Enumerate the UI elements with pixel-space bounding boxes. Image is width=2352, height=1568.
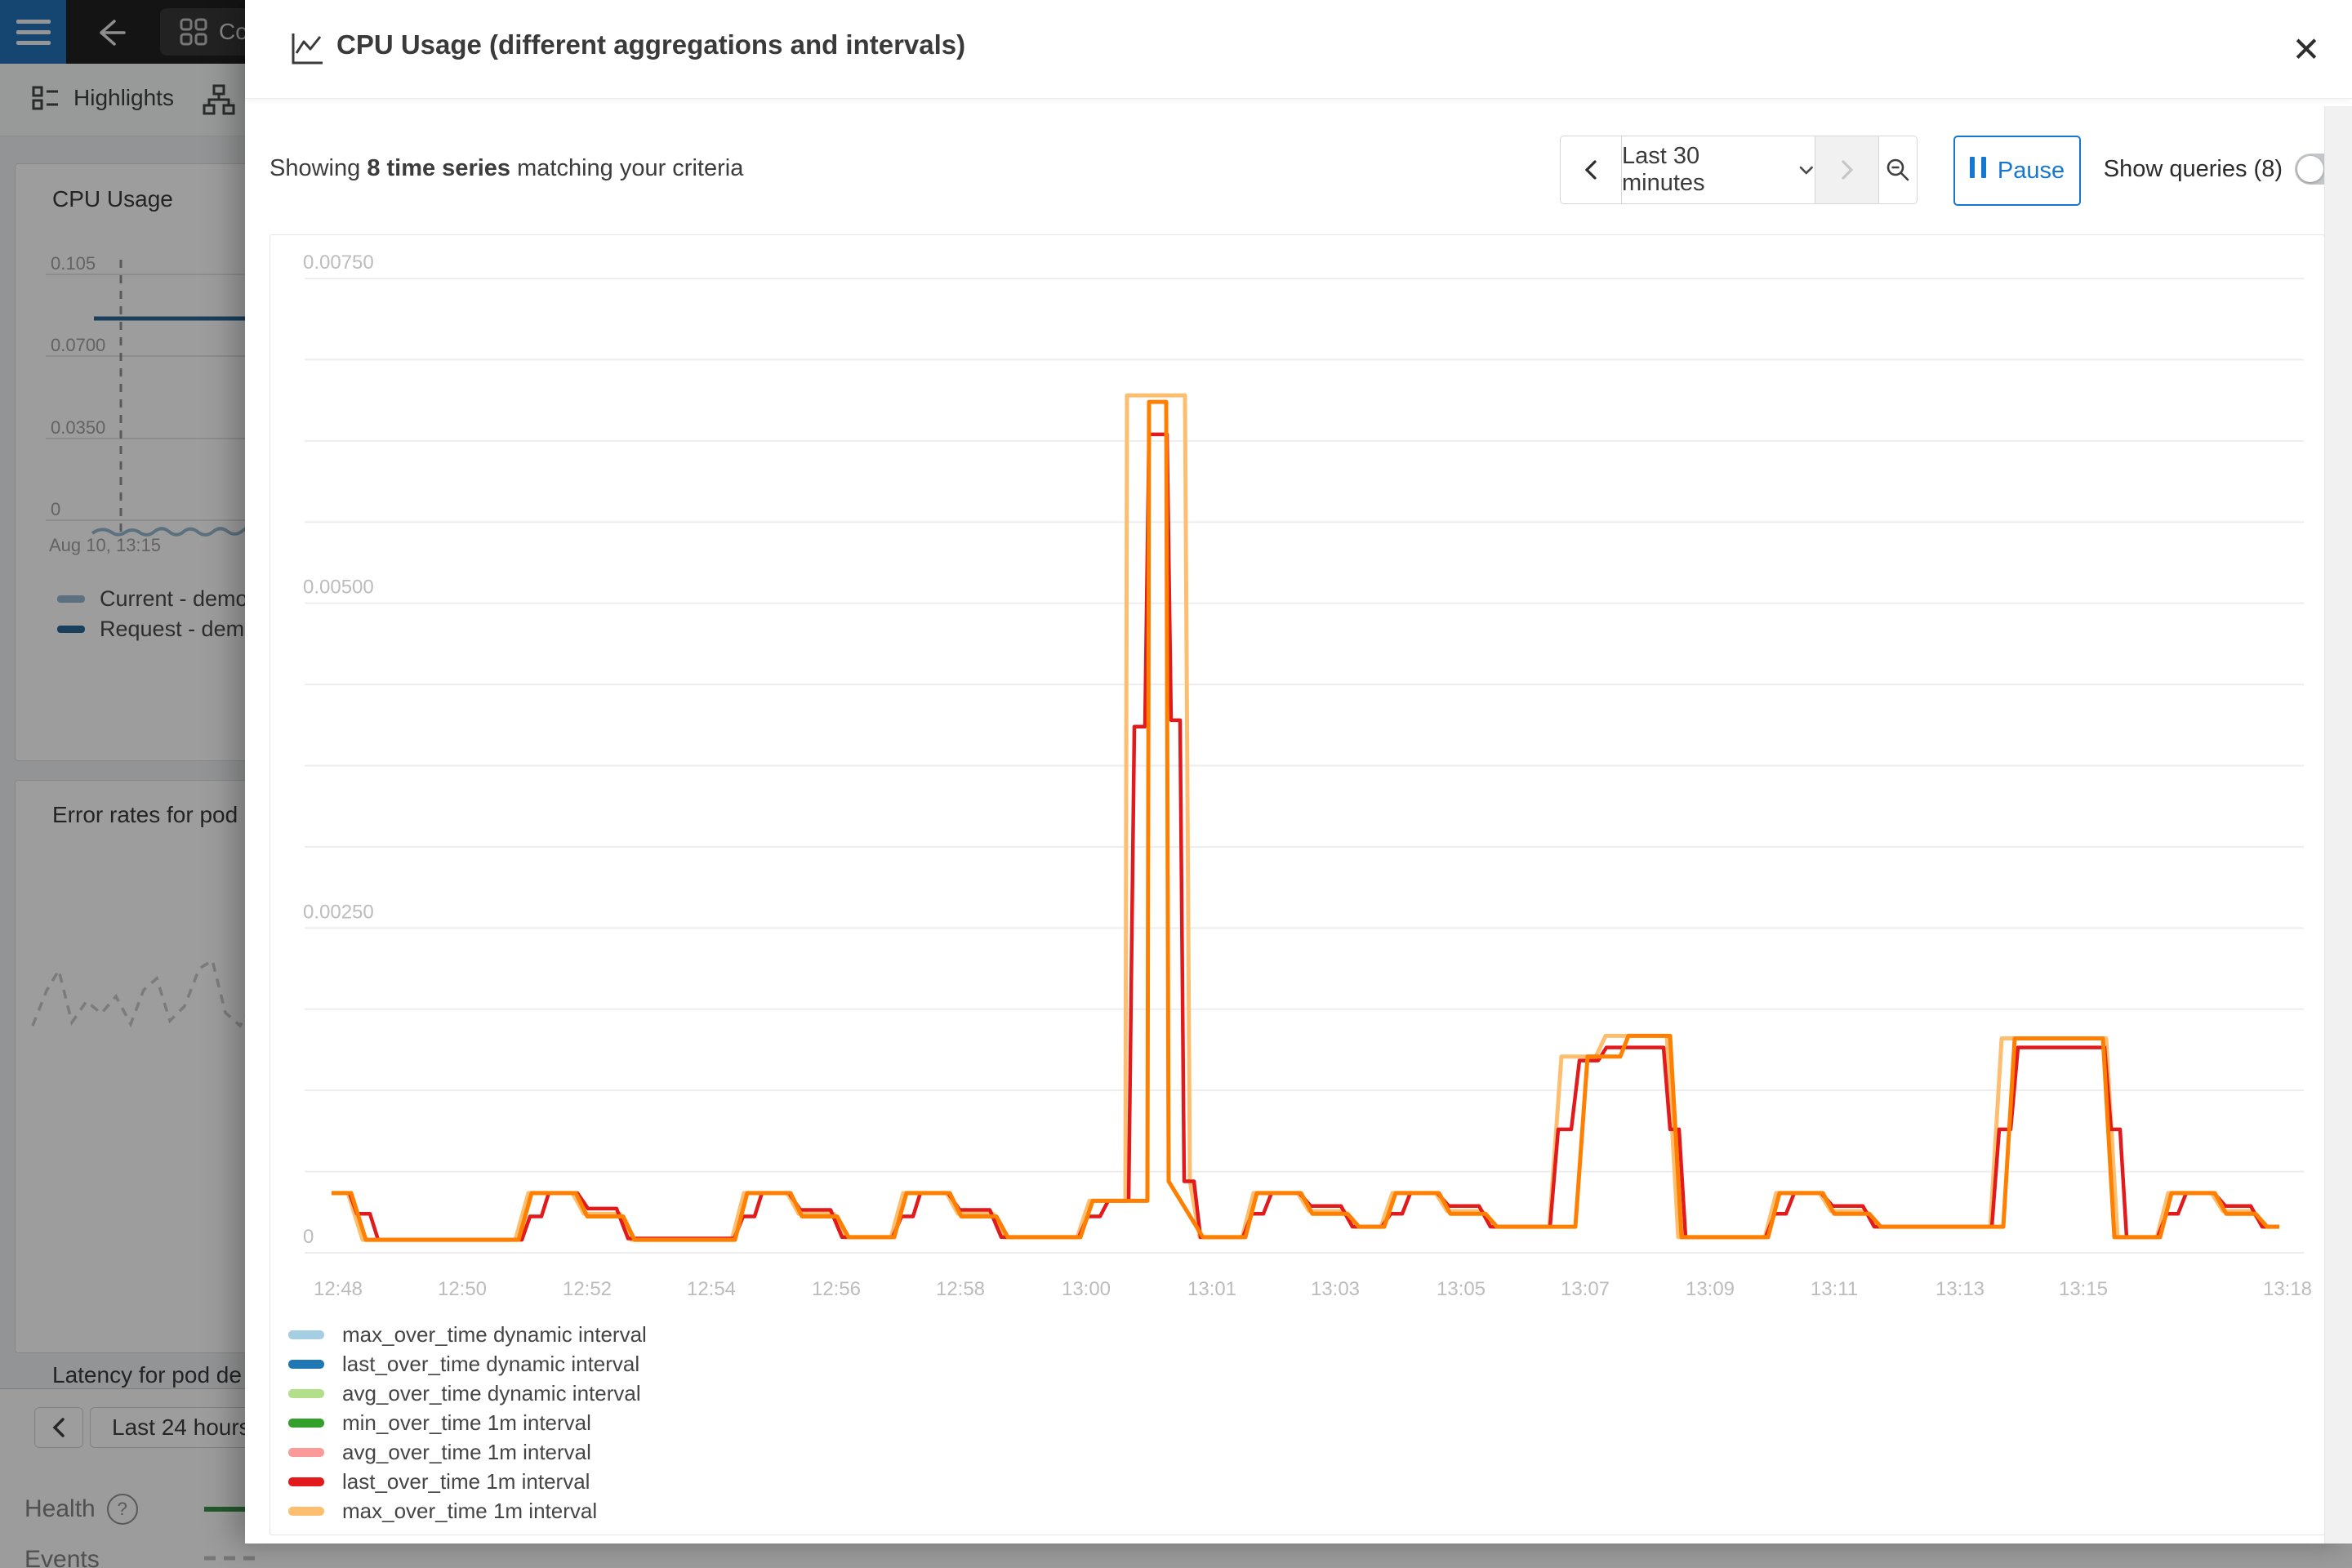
line-chart-icon (289, 31, 325, 67)
legend-item[interactable]: max_over_time 1m interval (288, 1496, 647, 1526)
x-axis-tick-label: 13:11 (1811, 1278, 1858, 1300)
modal-title: CPU Usage (different aggregations and in… (336, 29, 965, 60)
time-range-control-group: Last 30 minutes (1560, 136, 1918, 204)
legend-swatch (288, 1330, 324, 1339)
close-button[interactable]: ✕ (2280, 23, 2332, 75)
legend-swatch (288, 1360, 324, 1369)
legend-item[interactable]: min_over_time 1m interval (288, 1408, 647, 1437)
x-axis-tick-label: 12:48 (314, 1278, 363, 1300)
legend-swatch (288, 1507, 324, 1516)
time-range-label: Last 30 minutes (1622, 143, 1785, 197)
y-axis-tick-label: 0.00250 (303, 901, 374, 923)
time-forward-button-disabled[interactable] (1815, 136, 1879, 203)
series-count-status: Showing 8 time series matching your crit… (270, 155, 743, 182)
x-axis-tick-label: 13:05 (1437, 1278, 1486, 1300)
legend-label: avg_over_time 1m interval (342, 1440, 591, 1465)
zoom-out-button[interactable] (1879, 136, 1917, 203)
x-axis-tick-label: 13:01 (1187, 1278, 1236, 1300)
legend-swatch (288, 1477, 324, 1486)
legend-label: last_over_time 1m interval (342, 1469, 590, 1494)
y-axis-tick-label: 0.00500 (303, 577, 374, 599)
x-axis-tick-label: 12:50 (438, 1278, 487, 1300)
show-queries-label: Show queries (8) (2087, 136, 2283, 203)
legend-item[interactable]: avg_over_time 1m interval (288, 1437, 647, 1467)
modal-header: CPU Usage (different aggregations and in… (245, 0, 2352, 99)
x-axis-tick-label: 13:00 (1062, 1278, 1111, 1300)
legend-label: avg_over_time dynamic interval (342, 1381, 641, 1406)
legend-swatch (288, 1448, 324, 1457)
x-axis-tick-label: 13:07 (1561, 1278, 1610, 1300)
x-axis-tick-label: 13:13 (1936, 1278, 1984, 1300)
x-axis-tick-label: 12:52 (563, 1278, 612, 1300)
series-line (332, 434, 2279, 1240)
legend-label: last_over_time dynamic interval (342, 1352, 639, 1377)
close-icon: ✕ (2292, 29, 2320, 69)
x-axis-tick-label: 12:56 (812, 1278, 861, 1300)
pause-button[interactable]: Pause (1953, 136, 2081, 206)
series-line (332, 402, 2279, 1240)
y-axis-tick-label: 0 (303, 1226, 314, 1248)
toggle-knob (2297, 156, 2323, 182)
pause-label: Pause (1998, 158, 2065, 185)
time-range-dropdown[interactable]: Last 30 minutes (1622, 136, 1815, 203)
modal-scrollbar-track[interactable] (2324, 106, 2352, 1544)
zoom-out-icon (1885, 157, 1911, 183)
app-root: Co Highlights CPU Usage 0.105 0.0700 0.0… (0, 0, 2352, 1568)
legend-swatch (288, 1419, 324, 1428)
legend-label: max_over_time dynamic interval (342, 1322, 647, 1348)
x-axis-tick-label: 12:54 (687, 1278, 736, 1300)
y-axis-tick-label: 0.00750 (303, 252, 374, 274)
legend-label: min_over_time 1m interval (342, 1410, 591, 1436)
legend-item[interactable]: last_over_time dynamic interval (288, 1349, 647, 1379)
chart-panel: 0.00750 0.00500 0.00250 0 12:48 12:50 12:52 12:… (270, 234, 2325, 1535)
x-axis-tick-label: 12:58 (936, 1278, 985, 1300)
chevron-right-icon (1838, 158, 1857, 182)
chevron-left-icon (1581, 158, 1601, 182)
x-axis-tick-label: 13:03 (1311, 1278, 1360, 1300)
pause-icon (1970, 157, 1986, 185)
x-axis-tick-label: 13:15 (2059, 1278, 2108, 1300)
chart-detail-modal: CPU Usage (different aggregations and in… (245, 0, 2352, 1544)
chevron-down-icon (1798, 165, 1815, 176)
legend-label: max_over_time 1m interval (342, 1499, 597, 1524)
legend-item[interactable]: avg_over_time dynamic interval (288, 1379, 647, 1408)
x-axis-tick-label: 13:09 (1686, 1278, 1735, 1300)
legend-item[interactable]: max_over_time dynamic interval (288, 1320, 647, 1349)
legend-swatch (288, 1389, 324, 1398)
chart-legend: max_over_time dynamic interval last_over_… (288, 1320, 647, 1526)
legend-item[interactable]: last_over_time 1m interval (288, 1467, 647, 1496)
x-axis-tick-label: 13:18 (2263, 1278, 2312, 1300)
time-back-button[interactable] (1561, 136, 1622, 203)
